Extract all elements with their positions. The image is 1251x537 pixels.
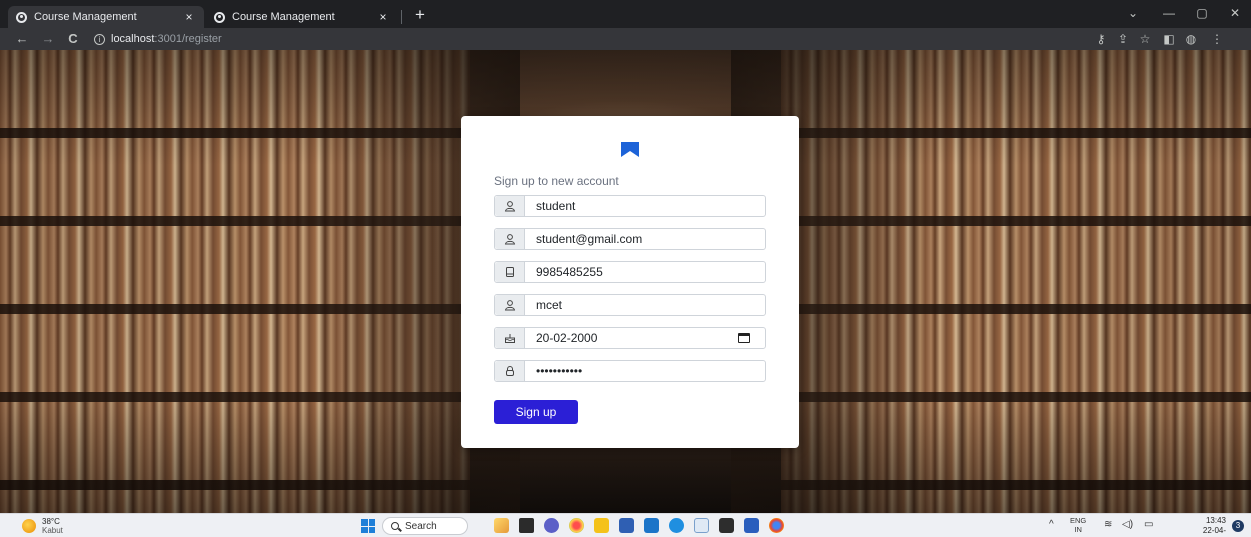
forward-button[interactable]: → [39, 30, 57, 48]
username-field [494, 195, 766, 217]
language-bottom: IN [1074, 525, 1082, 534]
url-path: :3001/register [154, 33, 222, 45]
chrome-favicon-icon [214, 11, 225, 23]
phone-input[interactable] [525, 262, 765, 282]
store-app-icon[interactable] [619, 518, 634, 533]
start-button[interactable] [361, 519, 375, 533]
user-icon [495, 295, 525, 315]
volume-icon[interactable]: ◁) [1122, 519, 1133, 531]
clock-time: 13:43 [1205, 516, 1226, 525]
tab-search-button[interactable]: ⌄ [1123, 5, 1143, 21]
password-field [494, 360, 766, 382]
tray-overflow-icon[interactable]: ^ [1049, 519, 1054, 531]
dob-input[interactable] [525, 328, 738, 348]
menu-dots-icon[interactable]: ⋮ [1209, 31, 1225, 47]
mail-app-icon[interactable] [644, 518, 659, 533]
weather-sun-icon [22, 519, 36, 533]
task-view-icon[interactable] [519, 518, 534, 533]
file-explorer-icon[interactable] [594, 518, 609, 533]
photos-app-icon[interactable] [694, 518, 709, 533]
page-viewport: Sign up to new account student student@g… [0, 50, 1251, 513]
signup-heading: Sign up to new account [494, 174, 619, 188]
search-icon [391, 522, 399, 530]
lock-icon [495, 361, 525, 381]
tab-close-icon[interactable]: × [376, 10, 390, 24]
phone-field [494, 261, 766, 283]
back-button[interactable]: ← [13, 30, 31, 48]
terminal-app-icon[interactable] [719, 518, 734, 533]
chat-app-icon[interactable] [544, 518, 559, 533]
windows-taskbar: 38°C Kabut Search ^ ENG IN ≋ ◁) ▭ 13:43 … [0, 513, 1251, 537]
browser-tab-bar: Course Management × Course Management × … [0, 0, 1251, 28]
word-app-icon[interactable] [744, 518, 759, 533]
taskbar-search[interactable]: Search [382, 517, 468, 535]
language-indicator[interactable]: ENG IN [1070, 516, 1086, 534]
password-input[interactable] [525, 361, 765, 381]
profile-icon[interactable]: ◍ [1183, 31, 1199, 47]
language-top: ENG [1070, 516, 1087, 525]
college-input[interactable] [525, 295, 765, 315]
widgets-app-icon[interactable] [494, 518, 509, 533]
star-icon[interactable]: ☆ [1137, 31, 1153, 47]
key-icon[interactable]: ⚷ [1093, 31, 1109, 47]
tab-title: Course Management [34, 11, 137, 23]
battery-icon[interactable]: ▭ [1144, 519, 1153, 531]
tab-course-management-2[interactable]: Course Management × [206, 6, 398, 28]
system-clock[interactable]: 13:43 22-04-2023 [1186, 516, 1226, 537]
username-input[interactable] [525, 196, 765, 216]
chrome-favicon-icon [16, 11, 27, 23]
signup-button[interactable]: Sign up [494, 400, 578, 424]
dob-field [494, 327, 766, 349]
phone-icon [495, 262, 525, 282]
site-info-icon[interactable]: i [94, 33, 105, 45]
wifi-icon[interactable]: ≋ [1104, 519, 1112, 531]
url-host: localhost [111, 33, 155, 45]
restore-button[interactable]: ▢ [1192, 5, 1212, 21]
vscode-app-icon[interactable] [669, 518, 684, 533]
notification-badge[interactable]: 3 [1232, 520, 1244, 532]
clock-date: 22-04-2023 [1202, 526, 1226, 537]
tab-course-management-1[interactable]: Course Management × [8, 6, 204, 28]
address-bar[interactable]: i localhost:3001/register [94, 31, 222, 47]
email-input[interactable] [525, 229, 765, 249]
tab-divider [401, 10, 402, 24]
weather-desc: Kabut [42, 526, 63, 535]
chrome-app-icon[interactable] [569, 518, 584, 533]
user-icon [495, 229, 525, 249]
new-tab-button[interactable]: + [412, 5, 428, 25]
chrome-pinned-icon[interactable] [769, 518, 784, 533]
browser-toolbar: ← → C i localhost:3001/register ⚷ ⇪ ☆ ◧ … [0, 28, 1251, 50]
tab-close-icon[interactable]: × [182, 10, 196, 24]
taskbar-search-label: Search [405, 520, 437, 532]
close-window-button[interactable]: ✕ [1225, 5, 1245, 21]
college-field [494, 294, 766, 316]
minimize-button[interactable]: — [1159, 5, 1179, 21]
share-icon[interactable]: ⇪ [1115, 31, 1131, 47]
email-field [494, 228, 766, 250]
weather-temp: 38°C [42, 517, 60, 526]
calendar-icon[interactable] [738, 333, 750, 343]
signup-card: Sign up to new account student student@g… [461, 116, 799, 448]
bookmark-logo-icon [621, 142, 639, 157]
user-icon [495, 196, 525, 216]
reload-button[interactable]: C [64, 30, 82, 48]
sidebar-icon[interactable]: ◧ [1161, 31, 1177, 47]
cake-icon [495, 328, 525, 348]
tab-title: Course Management [232, 11, 335, 23]
weather-widget[interactable]: 38°C Kabut [22, 517, 63, 535]
